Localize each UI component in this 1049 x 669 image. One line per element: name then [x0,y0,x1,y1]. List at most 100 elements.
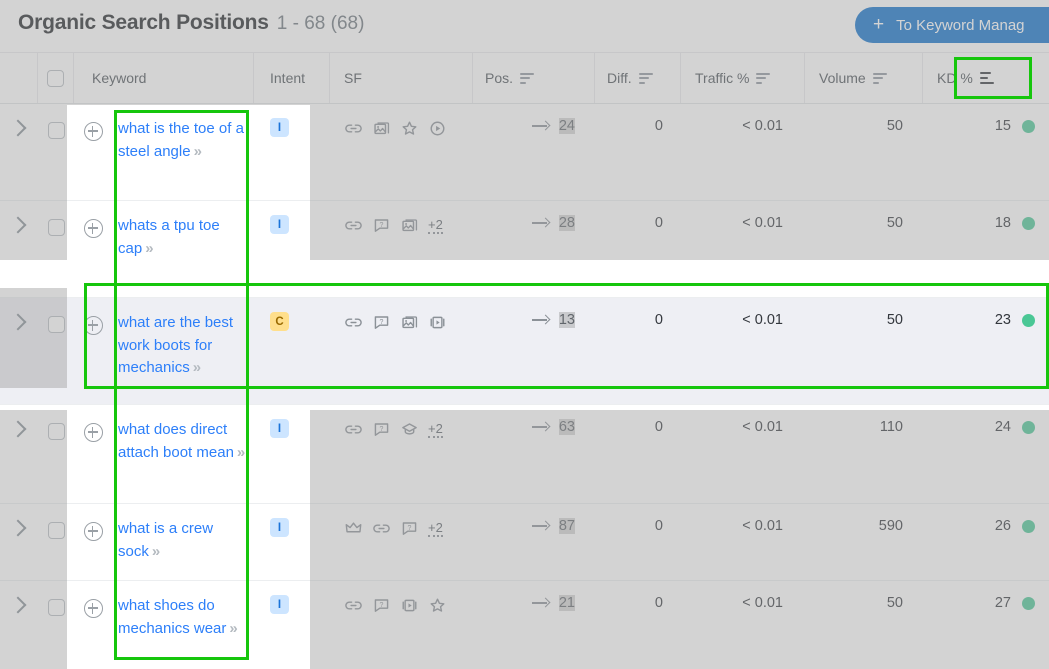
video-carousel-icon[interactable] [400,596,419,615]
serp-features-more[interactable]: +2 [428,520,443,537]
double-chevron-icon[interactable]: » [229,620,237,637]
row-checkbox[interactable] [47,316,65,333]
keyword-link[interactable]: what are the best work boots for mechani… [118,312,254,380]
add-keyword-icon[interactable] [83,316,103,335]
row-checkbox[interactable] [47,599,65,616]
double-chevron-icon[interactable]: » [237,444,245,461]
header-keyword[interactable]: Keyword [74,53,254,103]
sort-icon[interactable] [520,72,535,84]
double-chevron-icon[interactable]: » [193,359,201,376]
faq-icon[interactable]: ? [372,420,391,439]
intent-badge[interactable]: I [270,595,289,614]
row-add-cell[interactable] [74,405,112,503]
table-row[interactable]: what does direct attach boot mean» I ? +… [0,405,1049,504]
add-keyword-icon[interactable] [83,122,103,141]
keyword-text: what are the best work boots for mechani… [118,314,234,376]
reviews-star-icon[interactable] [400,119,419,138]
image-pack-icon[interactable] [372,119,391,138]
intent-badge[interactable]: I [270,518,289,537]
header-intent[interactable]: Intent [254,53,330,103]
video-carousel-icon[interactable] [428,313,447,332]
row-checkbox[interactable] [47,122,65,139]
header-volume[interactable]: Volume [805,53,923,103]
keyword-link[interactable]: what shoes do mechanics wear» [118,595,254,640]
row-add-cell[interactable] [74,104,112,200]
row-add-cell[interactable] [74,298,112,404]
sort-icon-active[interactable] [979,71,994,85]
to-keyword-manager-button[interactable]: + To Keyword Manag [855,7,1049,43]
sitelinks-icon[interactable] [344,216,363,235]
keyword-link[interactable]: whats a tpu toe cap» [118,215,254,260]
add-keyword-icon[interactable] [83,423,103,442]
chevron-right-icon[interactable] [9,313,26,331]
chevron-right-icon[interactable] [9,420,26,438]
sitelinks-icon[interactable] [344,596,363,615]
double-chevron-icon[interactable]: » [145,240,153,257]
reviews-star-icon[interactable] [428,596,447,615]
select-all-checkbox[interactable] [47,69,64,87]
row-select-cell[interactable] [38,504,74,580]
sort-icon[interactable] [756,72,771,84]
row-expand-cell[interactable] [0,201,38,297]
keyword-link[interactable]: what is the toe of a steel angle» [118,118,254,163]
intent-badge[interactable]: C [270,312,289,331]
faq-icon[interactable]: ? [400,519,419,538]
row-expand-cell[interactable] [0,104,38,200]
row-checkbox[interactable] [47,423,65,440]
row-checkbox[interactable] [47,522,65,539]
serp-features-more[interactable]: +2 [428,421,443,438]
header-traffic[interactable]: Traffic % [681,53,805,103]
row-expand-cell[interactable] [0,405,38,503]
sort-icon[interactable] [638,72,653,84]
sort-icon[interactable] [872,72,887,84]
row-checkbox[interactable] [47,219,65,236]
row-expand-cell[interactable] [0,298,38,404]
featured-snippet-icon[interactable] [344,519,363,538]
row-select-cell[interactable] [38,298,74,404]
header-sf[interactable]: SF [330,53,473,103]
video-icon[interactable] [428,119,447,138]
chevron-right-icon[interactable] [9,596,26,614]
header-pos[interactable]: Pos. [473,53,595,103]
double-chevron-icon[interactable]: » [152,543,160,560]
row-select-cell[interactable] [38,104,74,200]
row-select-cell[interactable] [38,405,74,503]
table-row[interactable]: what are the best work boots for mechani… [0,298,1049,405]
row-select-cell[interactable] [38,201,74,297]
sitelinks-icon[interactable] [344,313,363,332]
serp-features-more[interactable]: +2 [428,217,443,234]
chevron-right-icon[interactable] [9,119,26,137]
sitelinks-icon[interactable] [344,420,363,439]
row-expand-cell[interactable] [0,581,38,669]
table-row[interactable]: what is a crew sock» I ? +2 87 87 0 < 0.… [0,504,1049,581]
keyword-link[interactable]: what is a crew sock» [118,518,254,563]
faq-icon[interactable]: ? [372,596,391,615]
chevron-right-icon[interactable] [9,519,26,537]
row-add-cell[interactable] [74,504,112,580]
chevron-right-icon[interactable] [9,216,26,234]
header-diff[interactable]: Diff. [595,53,681,103]
add-keyword-icon[interactable] [83,219,103,238]
header-kd[interactable]: KD % [923,53,1049,103]
sitelinks-icon[interactable] [372,519,391,538]
intent-badge[interactable]: I [270,419,289,438]
double-chevron-icon[interactable]: » [194,143,202,160]
table-row[interactable]: what is the toe of a steel angle» I 24 2… [0,104,1049,201]
add-keyword-icon[interactable] [83,522,103,541]
table-row[interactable]: what shoes do mechanics wear» I ? 21 21 [0,581,1049,669]
keyword-link[interactable]: what does direct attach boot mean» [118,419,254,464]
image-pack-icon[interactable] [400,216,419,235]
knowledge-panel-icon[interactable] [400,420,419,439]
intent-badge[interactable]: I [270,215,289,234]
row-add-cell[interactable] [74,581,112,669]
row-expand-cell[interactable] [0,504,38,580]
add-keyword-icon[interactable] [83,599,103,618]
intent-badge[interactable]: I [270,118,289,137]
table-row[interactable]: whats a tpu toe cap» I ? +2 28 28 0 < 0.… [0,201,1049,298]
faq-icon[interactable]: ? [372,313,391,332]
sitelinks-icon[interactable] [344,119,363,138]
row-select-cell[interactable] [38,581,74,669]
image-pack-icon[interactable] [400,313,419,332]
row-add-cell[interactable] [74,201,112,297]
faq-icon[interactable]: ? [372,216,391,235]
